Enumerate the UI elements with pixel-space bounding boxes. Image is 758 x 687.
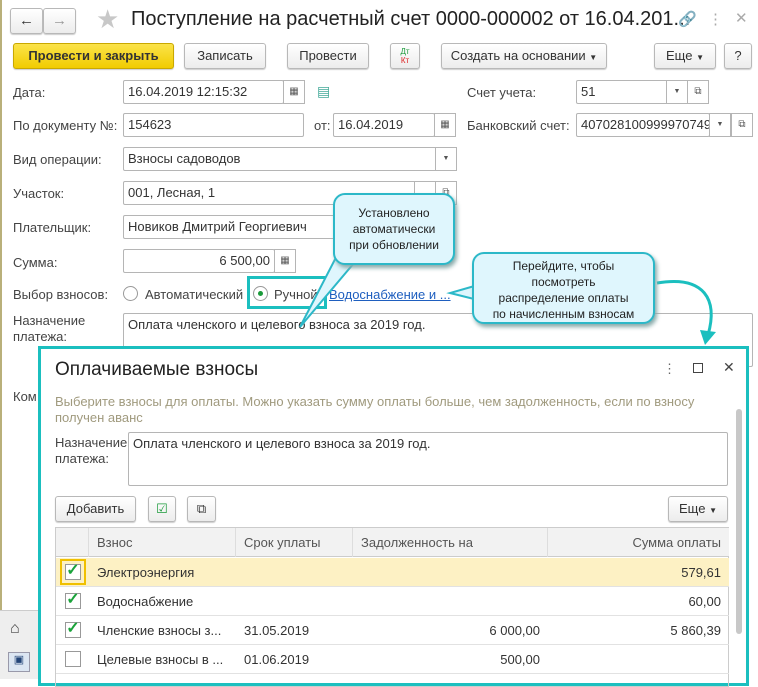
- cell-debt: [353, 558, 548, 587]
- dialog-hint: Выберите взносы для оплаты. Можно указат…: [55, 394, 695, 425]
- cell-debt: [353, 587, 548, 616]
- purpose-label-1: Назначение: [55, 435, 128, 450]
- dialog-more-icon[interactable]: ⋮: [663, 361, 676, 377]
- check-all-button[interactable]: ☑: [148, 496, 176, 522]
- callout-line: автоматически: [352, 222, 436, 236]
- cell-pay[interactable]: 60,00: [548, 587, 729, 616]
- dialog-purpose-field[interactable]: Оплата членского и целевого взноса за 20…: [128, 432, 728, 486]
- cell-debt: 500,00: [500, 652, 540, 667]
- header-due[interactable]: Срок уплаты: [236, 528, 353, 557]
- dialog-close-icon[interactable]: ✕: [723, 359, 735, 376]
- contributions-table: Взнос Срок уплаты Задолженность на 16.04…: [55, 527, 729, 687]
- cell-due: [236, 587, 353, 616]
- contributions-dialog: Оплачиваемые взносы ⋮ ✕ Выберите взносы …: [38, 346, 749, 687]
- table-row[interactable]: ✓ Электроэнергия 579,61: [56, 558, 729, 587]
- table-row[interactable]: ✓ Водоснабжение 60,00: [56, 587, 729, 616]
- callout-go-to: Перейдите, чтобы посмотреть распределение …: [472, 252, 655, 324]
- copy-button[interactable]: ⧉: [187, 496, 216, 522]
- header-name[interactable]: Взнос: [89, 528, 236, 557]
- callout-line: распределение оплаты: [498, 291, 629, 305]
- header-debt[interactable]: Задолженность на 16.04.2019: [353, 528, 548, 579]
- callout-line: по начисленным взносам: [492, 307, 635, 321]
- more-label: Еще: [679, 501, 706, 516]
- maximize-icon[interactable]: [693, 363, 703, 373]
- arrow: [656, 280, 713, 336]
- header-pay[interactable]: Сумма оплаты: [548, 528, 729, 557]
- purpose-label-2: платежа:: [55, 451, 109, 466]
- cell-debt: 6 000,00: [489, 623, 540, 638]
- table-header: Взнос Срок уплаты Задолженность на 16.04…: [56, 528, 729, 579]
- dialog-purpose-label: Назначение платежа:: [55, 435, 127, 467]
- row-checkbox[interactable]: ✓: [65, 621, 81, 638]
- table-row[interactable]: Целевые взносы в ... 01.06.2019 500,00: [56, 645, 729, 674]
- callout-line: при обновлении: [349, 238, 439, 252]
- cell-due: [236, 558, 353, 587]
- cell-name: Целевые взносы в ...: [97, 652, 224, 667]
- cell-name: Электроэнергия: [97, 565, 195, 580]
- callout-line: Перейдите, чтобы: [512, 259, 615, 273]
- cell-name: Водоснабжение: [97, 594, 194, 609]
- cell-due: 01.06.2019: [244, 652, 310, 667]
- cell-pay[interactable]: 579,61: [548, 558, 729, 587]
- cell-due: 31.05.2019: [244, 623, 310, 638]
- table-row[interactable]: ✓ Членские взносы з... 31.05.2019 6 000,…: [56, 616, 729, 645]
- callout-line: посмотреть: [531, 275, 596, 289]
- row-checkbox[interactable]: [65, 651, 81, 667]
- add-button[interactable]: Добавить: [55, 496, 136, 522]
- cell-pay[interactable]: [548, 645, 729, 674]
- dialog-more-button[interactable]: Еще ▼: [668, 496, 728, 522]
- header-check: [56, 528, 89, 557]
- callout-auto-set: Установлено автоматически при обновлении: [333, 193, 455, 265]
- row-checkbox[interactable]: ✓: [60, 559, 86, 585]
- dialog-title: Оплачиваемые взносы: [55, 359, 259, 380]
- callout-line: Установлено: [358, 206, 430, 220]
- row-checkbox[interactable]: ✓: [65, 592, 81, 609]
- arrow-head: [700, 330, 716, 345]
- cell-name: Членские взносы з...: [97, 623, 222, 638]
- scrollbar[interactable]: [736, 409, 742, 634]
- chevron-down-icon: ▼: [709, 506, 717, 515]
- cell-pay[interactable]: 5 860,39: [548, 616, 729, 645]
